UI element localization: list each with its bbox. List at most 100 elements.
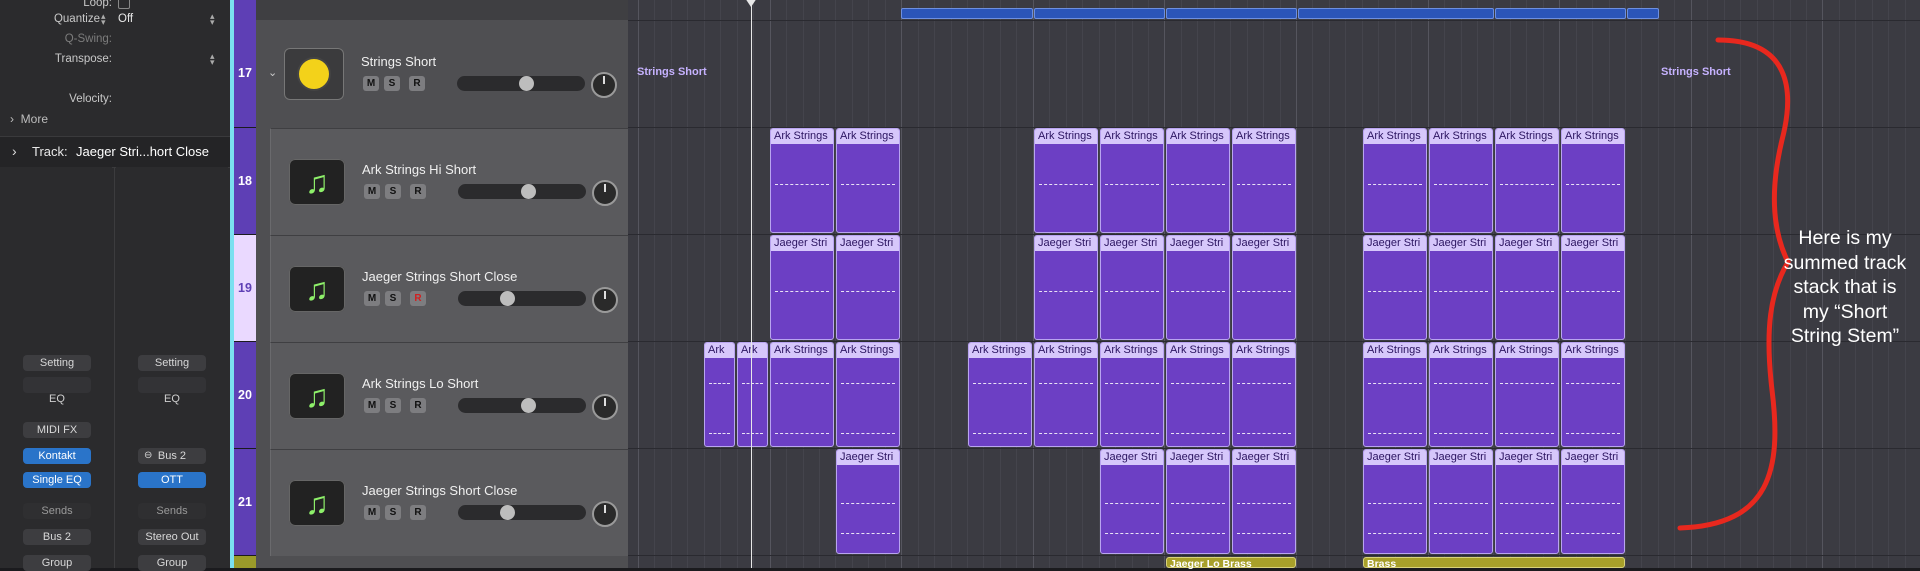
audio-fx-slot[interactable]: OTT — [138, 472, 206, 488]
midi-region[interactable]: Jaeger Stri — [1561, 235, 1625, 340]
midi-region[interactable]: Ark Strings — [836, 128, 900, 233]
midi-region[interactable]: Jaeger Stri — [770, 235, 834, 340]
track-name[interactable]: Strings Short — [361, 54, 436, 69]
record-button[interactable]: R — [410, 291, 426, 306]
pan-knob[interactable] — [592, 394, 618, 420]
track-icon[interactable]: ♫ — [289, 373, 345, 419]
midi-region[interactable]: Jaeger Stri — [1561, 449, 1625, 554]
track-icon[interactable]: ♫ — [289, 159, 345, 205]
midi-region[interactable]: Jaeger Stri — [1166, 235, 1230, 340]
solo-button[interactable]: S — [385, 505, 401, 520]
track-header[interactable]: ♫ Jaeger Strings Short Close M S R — [270, 449, 629, 556]
mute-button[interactable]: M — [364, 398, 380, 413]
midi-region[interactable]: Ark — [737, 342, 768, 447]
brass-region[interactable]: Brass — [1363, 557, 1625, 570]
quantize-value[interactable]: Off — [118, 13, 133, 25]
midi-region[interactable]: Ark — [704, 342, 735, 447]
sends-slot[interactable]: Sends — [138, 503, 206, 519]
midi-fx-button[interactable]: MIDI FX — [23, 422, 91, 438]
folder-region-label[interactable]: Strings Short — [637, 66, 707, 78]
midi-region[interactable]: Jaeger Stri — [836, 449, 900, 554]
instrument-slot[interactable]: Kontakt — [23, 448, 91, 464]
track-header-top[interactable] — [256, 0, 628, 20]
midi-region[interactable]: Jaeger Stri — [1495, 449, 1559, 554]
midi-region[interactable]: Jaeger Stri — [836, 235, 900, 340]
top-track-region[interactable] — [1627, 8, 1659, 19]
top-track-region[interactable] — [1495, 8, 1626, 19]
more-disclosure[interactable]: › More — [10, 112, 48, 126]
top-track-region[interactable] — [901, 8, 1033, 19]
playhead[interactable] — [745, 0, 757, 568]
setting-button[interactable]: Setting — [138, 355, 206, 371]
track-icon[interactable]: ♫ — [289, 480, 345, 526]
pan-knob[interactable] — [591, 72, 617, 98]
track-name[interactable]: Jaeger Strings Short Close — [362, 269, 517, 284]
track-header[interactable]: ♫ Ark Strings Lo Short M S R — [270, 342, 629, 449]
midi-region[interactable]: Jaeger Stri — [1429, 449, 1493, 554]
audio-fx-slot[interactable]: Single EQ — [23, 472, 91, 488]
midi-region[interactable]: Jaeger Stri — [1363, 449, 1427, 554]
record-button[interactable]: R — [410, 505, 426, 520]
midi-region[interactable]: Ark Strings — [1363, 128, 1427, 233]
midi-region[interactable]: Ark Strings — [1429, 128, 1493, 233]
midi-region[interactable]: Ark Strings — [1561, 128, 1625, 233]
track-header-folder[interactable]: ⌄ Strings Short M S R — [256, 20, 628, 127]
group-slot[interactable]: Group — [138, 555, 206, 571]
track-name[interactable]: Jaeger Strings Short Close — [362, 483, 517, 498]
setting-button[interactable]: Setting — [23, 355, 91, 371]
midi-region[interactable]: Jaeger Stri — [1495, 235, 1559, 340]
track-inspector-header[interactable]: › Track: Jaeger Stri...hort Close — [0, 136, 230, 168]
midi-region[interactable]: Jaeger Stri — [1100, 449, 1164, 554]
group-slot[interactable]: Group — [23, 555, 91, 571]
track-name[interactable]: Ark Strings Lo Short — [362, 376, 478, 391]
mute-button[interactable]: M — [364, 291, 380, 306]
midi-region[interactable]: Jaeger Stri — [1232, 449, 1296, 554]
midi-region[interactable]: Jaeger Stri — [1232, 235, 1296, 340]
midi-region[interactable]: Ark Strings — [770, 128, 834, 233]
track-header[interactable]: ♫ Jaeger Strings Short Close M S R — [270, 235, 629, 342]
volume-slider[interactable] — [458, 291, 586, 306]
mute-button[interactable]: M — [364, 505, 380, 520]
sends-slot[interactable]: Sends — [23, 503, 91, 519]
midi-region[interactable]: Ark Strings — [1166, 342, 1230, 447]
volume-thumb[interactable] — [521, 398, 536, 413]
top-track-region[interactable] — [1166, 8, 1297, 19]
volume-slider[interactable] — [457, 76, 585, 91]
midi-region[interactable]: Ark Strings — [1166, 128, 1230, 233]
top-track-region[interactable] — [1298, 8, 1494, 19]
midi-region[interactable]: Ark Strings — [1034, 128, 1098, 233]
volume-slider[interactable] — [458, 505, 586, 520]
solo-button[interactable]: S — [384, 76, 400, 91]
midi-region[interactable]: Ark Strings — [968, 342, 1032, 447]
output-slot[interactable]: Stereo Out — [138, 529, 206, 545]
midi-region[interactable]: Jaeger Stri — [1100, 235, 1164, 340]
transpose-dropdown-icon[interactable]: ▴ ▾ — [210, 52, 215, 67]
midi-region[interactable]: Ark Strings — [1429, 342, 1493, 447]
midi-region[interactable]: Ark Strings — [1034, 342, 1098, 447]
record-button[interactable]: R — [409, 76, 425, 91]
solo-button[interactable]: S — [385, 291, 401, 306]
midi-region[interactable]: Jaeger Stri — [1429, 235, 1493, 340]
midi-region[interactable]: Jaeger Stri — [1363, 235, 1427, 340]
volume-thumb[interactable] — [500, 291, 515, 306]
volume-thumb[interactable] — [519, 76, 534, 91]
track-icon[interactable]: ♫ — [289, 266, 345, 312]
chevron-down-icon[interactable]: ⌄ — [268, 66, 277, 79]
volume-slider[interactable] — [458, 184, 586, 199]
pan-knob[interactable] — [592, 180, 618, 206]
track-name[interactable]: Ark Strings Hi Short — [362, 162, 476, 177]
midi-region[interactable]: Ark Strings — [1363, 342, 1427, 447]
top-track-region[interactable] — [1034, 8, 1165, 19]
pan-knob[interactable] — [592, 501, 618, 527]
eq-label[interactable]: EQ — [23, 391, 91, 407]
midi-region[interactable]: Ark Strings — [836, 342, 900, 447]
input-slot[interactable]: ⊖ Bus 2 — [138, 448, 206, 464]
midi-region[interactable]: Jaeger Stri — [1034, 235, 1098, 340]
mute-button[interactable]: M — [363, 76, 379, 91]
midi-region[interactable]: Ark Strings — [1232, 128, 1296, 233]
track-header[interactable]: ♫ Ark Strings Hi Short M S R — [270, 128, 629, 235]
midi-region[interactable]: Ark Strings — [1495, 342, 1559, 447]
solo-button[interactable]: S — [385, 398, 401, 413]
brass-region[interactable]: Jaeger Lo Brass — [1166, 557, 1296, 570]
track-icon[interactable] — [284, 48, 344, 100]
